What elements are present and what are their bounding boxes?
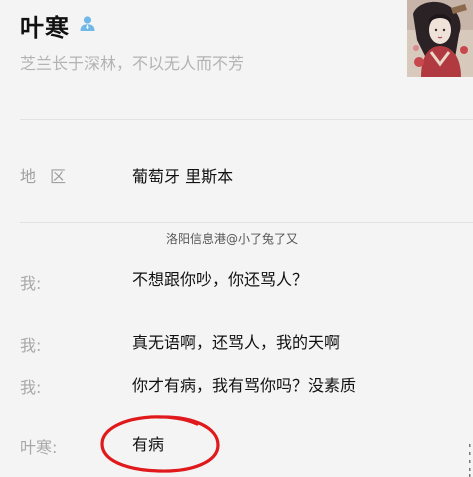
edge-marks — [469, 444, 471, 477]
message-speaker: 叶寒: — [20, 438, 58, 457]
message-speaker: 我: — [20, 378, 42, 397]
contact-signature: 芝兰长于深林，不以无人而不芳 — [20, 54, 245, 73]
message-text: 你才有病，我有骂你吗？没素质 — [132, 376, 357, 395]
avatar-image — [407, 0, 473, 77]
watermark: 洛阳信息港@小了兔了又 — [166, 232, 299, 246]
avatar[interactable] — [407, 0, 473, 77]
divider — [20, 222, 473, 223]
message-text: 不想跟你吵，你还骂人？ — [132, 270, 309, 289]
contact-profile-page: 叶寒 芝兰长于深林，不以无人而不芳 地区 葡萄牙 里斯本 洛阳信息港@小了兔了又 — [0, 0, 473, 477]
region-label: 地区 — [20, 167, 81, 186]
divider — [20, 119, 473, 120]
contact-name: 叶寒 — [20, 14, 70, 42]
message-speaker: 我: — [20, 336, 42, 355]
message-text: 真无语啊，还骂人，我的天啊 — [132, 333, 341, 352]
person-icon — [80, 16, 95, 31]
message-speaker: 我: — [20, 274, 42, 293]
message-text: 有病 — [132, 435, 165, 454]
region-value: 葡萄牙 里斯本 — [132, 167, 234, 186]
